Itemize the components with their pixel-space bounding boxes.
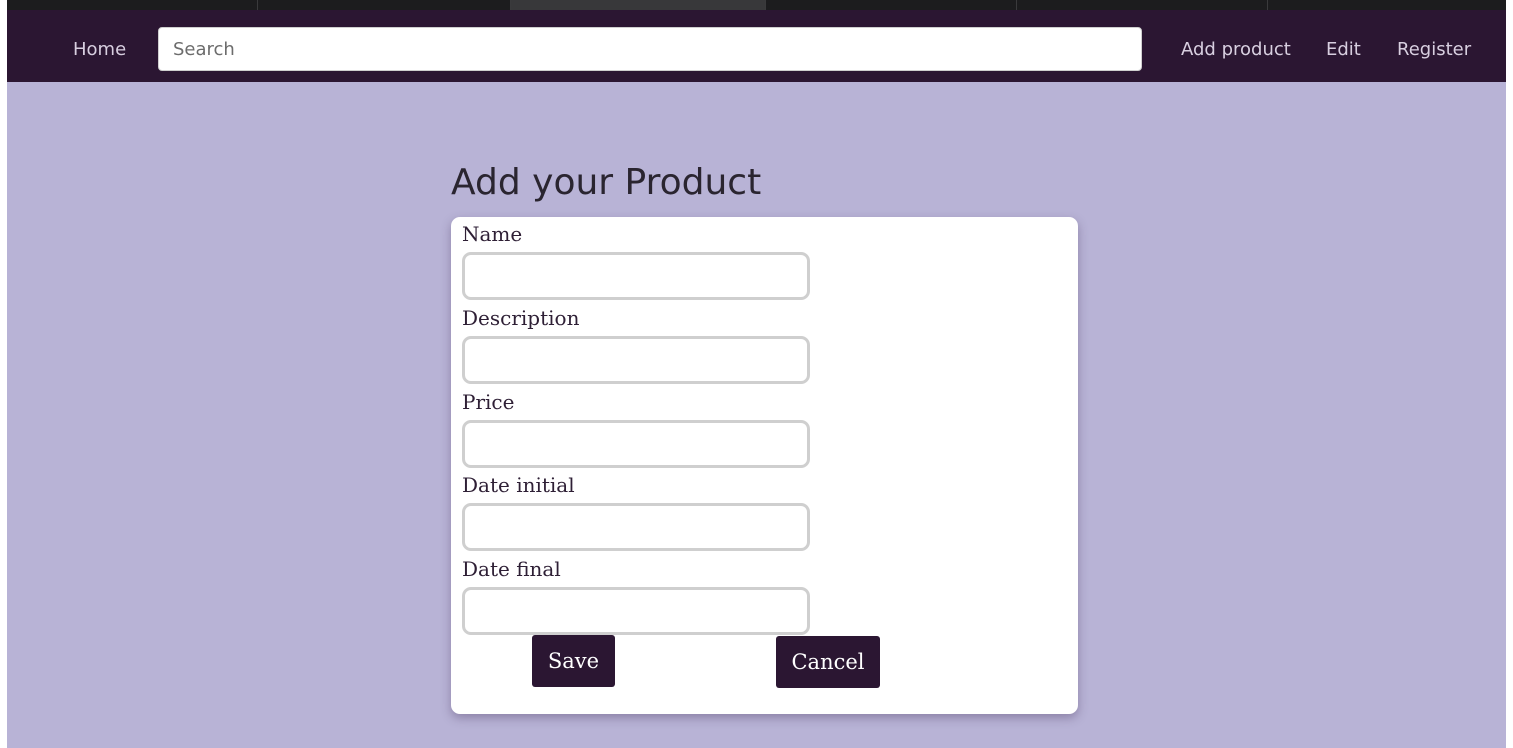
browser-tab[interactable] [1268, 0, 1507, 10]
browser-tab[interactable] [1017, 0, 1268, 10]
nav-add-product-link[interactable]: Add product [1181, 10, 1291, 82]
description-field[interactable] [462, 336, 810, 384]
browser-tab[interactable] [258, 0, 511, 10]
save-button[interactable]: Save [532, 635, 615, 687]
date-initial-label: Date initial [462, 473, 575, 497]
page-title: Add your Product [451, 162, 762, 203]
browser-tab[interactable] [7, 0, 258, 10]
main-content: Add your Product Name Description Price … [7, 82, 1506, 748]
cancel-button[interactable]: Cancel [776, 636, 880, 688]
search-input[interactable] [158, 27, 1142, 71]
nav-register-link[interactable]: Register [1397, 10, 1471, 82]
price-field[interactable] [462, 420, 810, 468]
browser-tab-strip [0, 0, 1513, 10]
window-left-edge [0, 0, 7, 748]
date-final-field[interactable] [462, 587, 810, 635]
browser-viewport: Home Add product Edit Register Add your … [0, 0, 1513, 748]
nav-home-link[interactable]: Home [73, 10, 126, 82]
browser-tab[interactable] [766, 0, 1017, 10]
top-navbar: Home Add product Edit Register [7, 10, 1506, 82]
window-right-edge [1506, 0, 1513, 748]
browser-tab-active[interactable] [511, 0, 766, 10]
price-label: Price [462, 390, 515, 414]
name-label: Name [462, 222, 523, 246]
nav-edit-link[interactable]: Edit [1326, 10, 1361, 82]
add-product-form: Name Description Price Date initial Date… [451, 217, 1078, 714]
description-label: Description [462, 306, 580, 330]
name-field[interactable] [462, 252, 810, 300]
date-final-label: Date final [462, 557, 561, 581]
date-initial-field[interactable] [462, 503, 810, 551]
